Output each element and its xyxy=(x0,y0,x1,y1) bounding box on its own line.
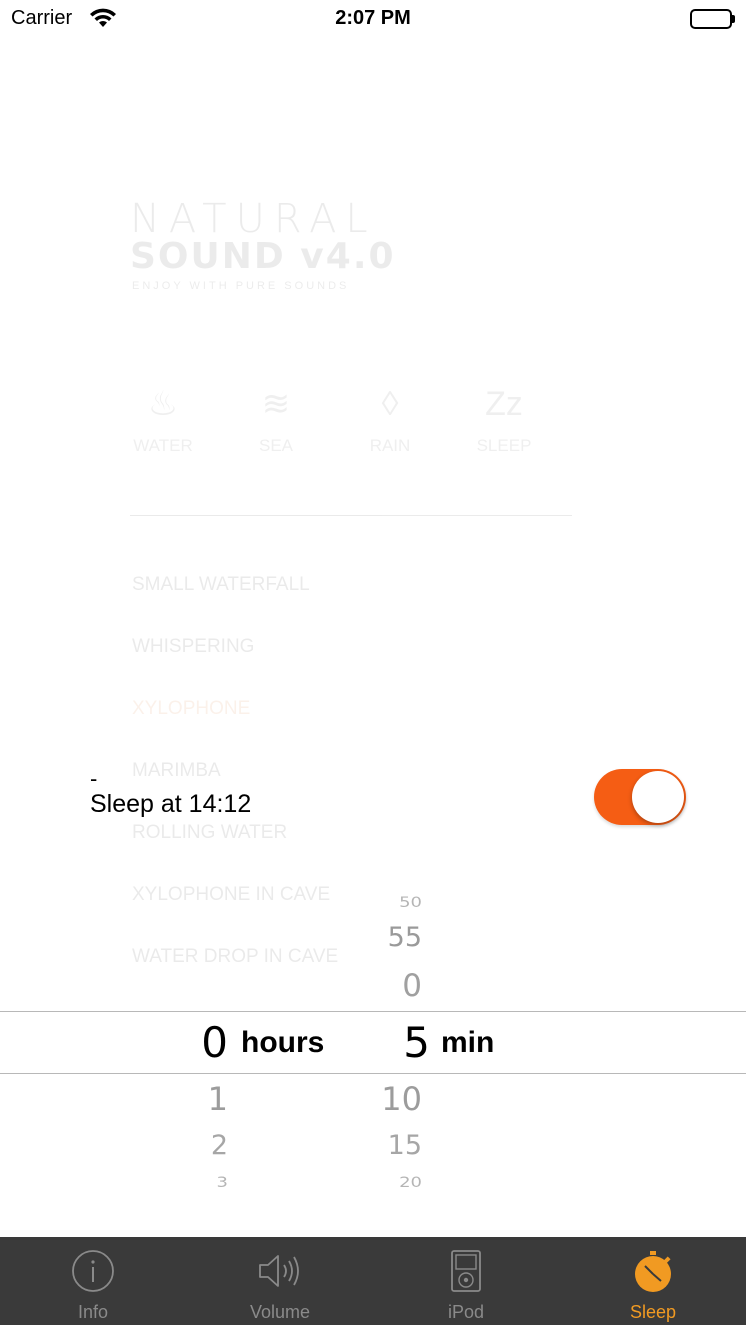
water-icon: ♨ xyxy=(147,385,179,423)
status-bar: Carrier 2:07 PM xyxy=(0,0,746,40)
picker-minute-option[interactable]: 55 xyxy=(356,922,422,953)
battery-icon xyxy=(690,9,736,29)
stopwatch-icon xyxy=(631,1249,675,1293)
category-water: ♨ WATER xyxy=(113,380,213,456)
picker-minute-option[interactable]: 15 xyxy=(356,1130,422,1161)
toggle-knob xyxy=(632,771,684,823)
logo-subtitle: SOUND v4.0 xyxy=(130,236,396,277)
picker-minute-option[interactable]: 0 xyxy=(356,968,422,1004)
tab-info[interactable]: Info xyxy=(13,1237,173,1325)
picker-selection-top xyxy=(0,1011,746,1012)
picker-minute-option[interactable]: 50 xyxy=(356,894,422,911)
picker-hour-option[interactable]: 1 xyxy=(188,1080,228,1118)
picker-minute-option[interactable]: 10 xyxy=(356,1080,422,1118)
picker-hour-option[interactable]: 2 xyxy=(188,1130,228,1161)
sound-item: WATER DROP IN CAVE xyxy=(132,946,339,967)
picker-minute-option[interactable]: 20 xyxy=(356,1174,422,1191)
category-sea: ≋ SEA xyxy=(226,380,326,456)
sound-item: WHISPERING xyxy=(132,636,255,657)
sound-item-active: XYLOPHONE xyxy=(132,698,251,719)
raindrop-icon: ◊ xyxy=(381,385,399,423)
sound-item: XYLOPHONE IN CAVE xyxy=(132,884,331,905)
divider xyxy=(130,515,572,516)
sleep-at-label: Sleep at 14:12 xyxy=(90,790,252,818)
tab-bar: Info Volume iPod Sleep xyxy=(0,1237,746,1325)
tab-label: Volume xyxy=(249,1302,311,1322)
tab-label: iPod xyxy=(447,1302,485,1322)
speaker-icon xyxy=(258,1249,302,1293)
info-icon xyxy=(71,1249,115,1293)
tab-volume[interactable]: Volume xyxy=(200,1237,360,1325)
picker-hours-selected[interactable]: 0 xyxy=(188,1018,228,1067)
tab-label: Info xyxy=(77,1302,109,1322)
sleep-dash: - xyxy=(90,766,98,791)
sleep-toggle[interactable] xyxy=(594,769,686,825)
tab-label: Sleep xyxy=(629,1302,677,1322)
category-label: SLEEP xyxy=(476,436,532,455)
picker-minutes-unit: min xyxy=(441,1026,495,1059)
tab-ipod[interactable]: iPod xyxy=(386,1237,546,1325)
category-label: SEA xyxy=(258,436,294,455)
sound-item: SMALL WATERFALL xyxy=(132,574,310,595)
picker-selection-bottom xyxy=(0,1073,746,1074)
status-time: 2:07 PM xyxy=(335,7,411,29)
logo-title: NATURAL xyxy=(130,196,377,242)
sleep-zzz-icon: Zz xyxy=(485,385,523,423)
category-rain: ◊ RAIN xyxy=(340,380,440,456)
picker-hour-option[interactable]: 3 xyxy=(188,1174,228,1191)
sound-item: ROLLING WATER xyxy=(132,822,288,843)
picker-hours-unit: hours xyxy=(241,1026,325,1059)
category-sleep: Zz SLEEP xyxy=(454,380,554,456)
logo-tagline: ENJOY WITH PURE SOUNDS xyxy=(132,280,350,292)
ipod-icon xyxy=(444,1249,488,1293)
sound-item: MARIMBA xyxy=(132,760,221,781)
category-label: WATER xyxy=(133,436,193,455)
picker-minutes-selected[interactable]: 5 xyxy=(356,1018,430,1067)
category-label: RAIN xyxy=(369,436,411,455)
tab-sleep[interactable]: Sleep xyxy=(573,1237,733,1325)
sea-waves-icon: ≋ xyxy=(261,385,291,423)
